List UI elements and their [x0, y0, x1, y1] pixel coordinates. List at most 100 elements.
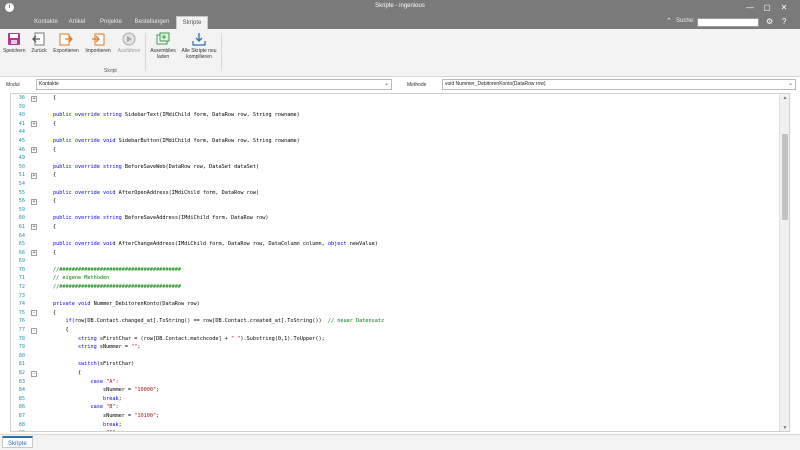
code-line[interactable]: 49 — [11, 154, 781, 163]
code-token: break — [53, 421, 119, 428]
line-number: 87 — [18, 412, 25, 419]
code-line[interactable]: 50 public override string BeforeSaveWeb(D… — [11, 163, 781, 172]
code-token: //######################################… — [53, 266, 182, 273]
code-line[interactable]: 75- { — [11, 309, 781, 318]
chevron-down-icon: ⌄ — [787, 81, 793, 87]
code-line[interactable]: 69 — [11, 257, 781, 266]
help-icon[interactable]: ? — [782, 17, 786, 26]
code-line[interactable]: 84 sNummer = "10000"; — [11, 386, 781, 395]
save-icon — [8, 33, 20, 45]
code-line[interactable]: 54 — [11, 180, 781, 189]
method-select[interactable]: void Nummer_DebitorenKonto(DataRow row) … — [442, 79, 796, 90]
code-text: case "B": — [53, 403, 119, 412]
expand-fold-icon[interactable]: + — [31, 250, 37, 257]
code-line[interactable]: 88 break; — [11, 421, 781, 430]
code-line[interactable]: 61 + { — [11, 223, 781, 232]
expand-fold-icon[interactable]: + — [31, 172, 37, 179]
collapse-fold-icon[interactable]: - — [31, 370, 37, 377]
code-line[interactable]: 79 string sNummer = ""; — [11, 343, 781, 352]
code-token: (row[DB.Contact.changed_at].ToString() =… — [71, 318, 328, 325]
search-input[interactable] — [697, 18, 759, 27]
load-assemblies-button[interactable]: Assemblies laden — [149, 32, 177, 60]
minimize-button[interactable]: — — [744, 2, 756, 14]
code-line[interactable]: 78 string sFirstChar = (row[DB.Contact.m… — [11, 335, 781, 344]
scroll-down-icon[interactable]: ▼ — [780, 424, 789, 431]
recompile-all-button[interactable]: Alle Skripte neu kompilieren — [179, 32, 219, 60]
line-number: 50 — [18, 163, 25, 170]
code-line[interactable]: 66 + { — [11, 249, 781, 258]
tab-artikel[interactable]: Artikel — [64, 16, 90, 29]
code-line[interactable]: 89 case "C": — [11, 429, 781, 431]
code-line[interactable]: 72 //####################################… — [11, 283, 781, 292]
vertical-scrollbar[interactable]: ▲ ▼ — [779, 94, 789, 431]
expand-fold-icon[interactable]: + — [31, 147, 37, 154]
tab-kontakte[interactable]: Kontakte — [30, 16, 62, 29]
code-line[interactable]: 64 — [11, 232, 781, 241]
code-token: Nummer_DebitorenKonto(DataRow row) — [93, 301, 200, 308]
expand-fold-icon[interactable]: + — [31, 95, 37, 102]
code-line[interactable]: 36 + { — [11, 94, 781, 103]
line-number: 76 — [18, 318, 25, 325]
expand-fold-icon[interactable]: + — [31, 121, 37, 128]
code-line[interactable]: 39 — [11, 103, 781, 112]
module-select[interactable]: Kontakte ⌄ — [36, 79, 392, 90]
code-token: ).Substring(0,1).ToUpper(); — [240, 335, 325, 342]
code-text: public override void AfterOpenAddress(IM… — [53, 189, 259, 198]
code-token: : — [115, 404, 119, 411]
code-line[interactable]: 77- { — [11, 326, 781, 335]
collapse-ribbon-icon[interactable]: ⌃ — [666, 17, 672, 25]
code-line[interactable]: 60 public override string BeforeSaveAddre… — [11, 214, 781, 223]
expand-fold-icon[interactable]: + — [31, 224, 37, 231]
collapse-fold-icon[interactable]: - — [31, 310, 37, 317]
collapse-fold-icon[interactable]: - — [31, 327, 37, 334]
code-line[interactable]: 70 //####################################… — [11, 266, 781, 275]
code-line[interactable]: 40 public override string SidebarText(IMd… — [11, 111, 781, 120]
code-line[interactable]: 41 + { — [11, 120, 781, 129]
code-line[interactable]: 46 + { — [11, 146, 781, 155]
ribbon-separator — [221, 33, 222, 71]
line-number: 78 — [18, 335, 25, 342]
code-token: : — [115, 430, 118, 431]
maximize-button[interactable]: ▢ — [761, 2, 773, 14]
code-line[interactable]: 56 + { — [11, 197, 781, 206]
code-line[interactable]: 59 — [11, 206, 781, 215]
code-line[interactable]: 86 case "B": — [11, 403, 781, 412]
save-button[interactable]: Speichern — [3, 32, 26, 54]
code-line[interactable]: 81 switch(sFirstChar) — [11, 360, 781, 369]
run-button[interactable]: Ausführen — [115, 32, 143, 54]
tab-projekte[interactable]: Projekte — [96, 16, 126, 29]
scroll-up-icon[interactable]: ▲ — [780, 94, 789, 103]
export-button[interactable]: Exportieren — [51, 32, 81, 54]
code-line[interactable]: 44 — [11, 128, 781, 137]
line-number: 85 — [18, 395, 25, 402]
code-editor[interactable]: 36 + {39 40 public override string SidebarTe… — [10, 93, 790, 432]
code-line[interactable]: 55 public override void AfterOpenAddress(… — [11, 189, 781, 198]
code-line[interactable]: 85 break; — [11, 395, 781, 404]
code-line[interactable]: 83 case "A": — [11, 378, 781, 387]
code-token: { — [53, 146, 57, 153]
scrollbar-thumb[interactable] — [782, 134, 788, 220]
expand-fold-icon[interactable]: + — [31, 198, 37, 205]
code-line[interactable]: 65 public override void AfterChangeAddres… — [11, 240, 781, 249]
import-button[interactable]: Importieren — [83, 32, 113, 54]
tab-bestellungen[interactable]: Bestellungen — [132, 16, 172, 29]
code-line[interactable]: 45 public override void SidebarButton(IMd… — [11, 137, 781, 146]
code-line[interactable]: 76 if(row[DB.Contact.changed_at].ToStrin… — [11, 317, 781, 326]
code-line[interactable]: 87 sNummer = "10100"; — [11, 412, 781, 421]
line-number: 71 — [18, 275, 25, 282]
code-line[interactable]: 74 private void Nummer_DebitorenKonto(Dat… — [11, 300, 781, 309]
code-line[interactable]: 51 + { — [11, 171, 781, 180]
settings-icon[interactable]: ⚙ — [766, 17, 773, 26]
line-number: 45 — [18, 137, 25, 144]
line-number: 80 — [18, 352, 25, 359]
back-button[interactable]: Zurück — [29, 32, 49, 54]
code-token: { — [53, 120, 57, 127]
code-line[interactable]: 82- { — [11, 369, 781, 378]
code-line[interactable]: 80 — [11, 352, 781, 361]
document-tab-skripte[interactable]: Skripte — [2, 436, 33, 448]
code-line[interactable]: 71 // eigene Methoden — [11, 274, 781, 283]
run-label: Ausführen — [117, 48, 141, 54]
tab-skripte[interactable]: Skripte — [176, 16, 208, 30]
code-line[interactable]: 73 — [11, 292, 781, 301]
close-button[interactable]: ✕ — [778, 2, 790, 14]
